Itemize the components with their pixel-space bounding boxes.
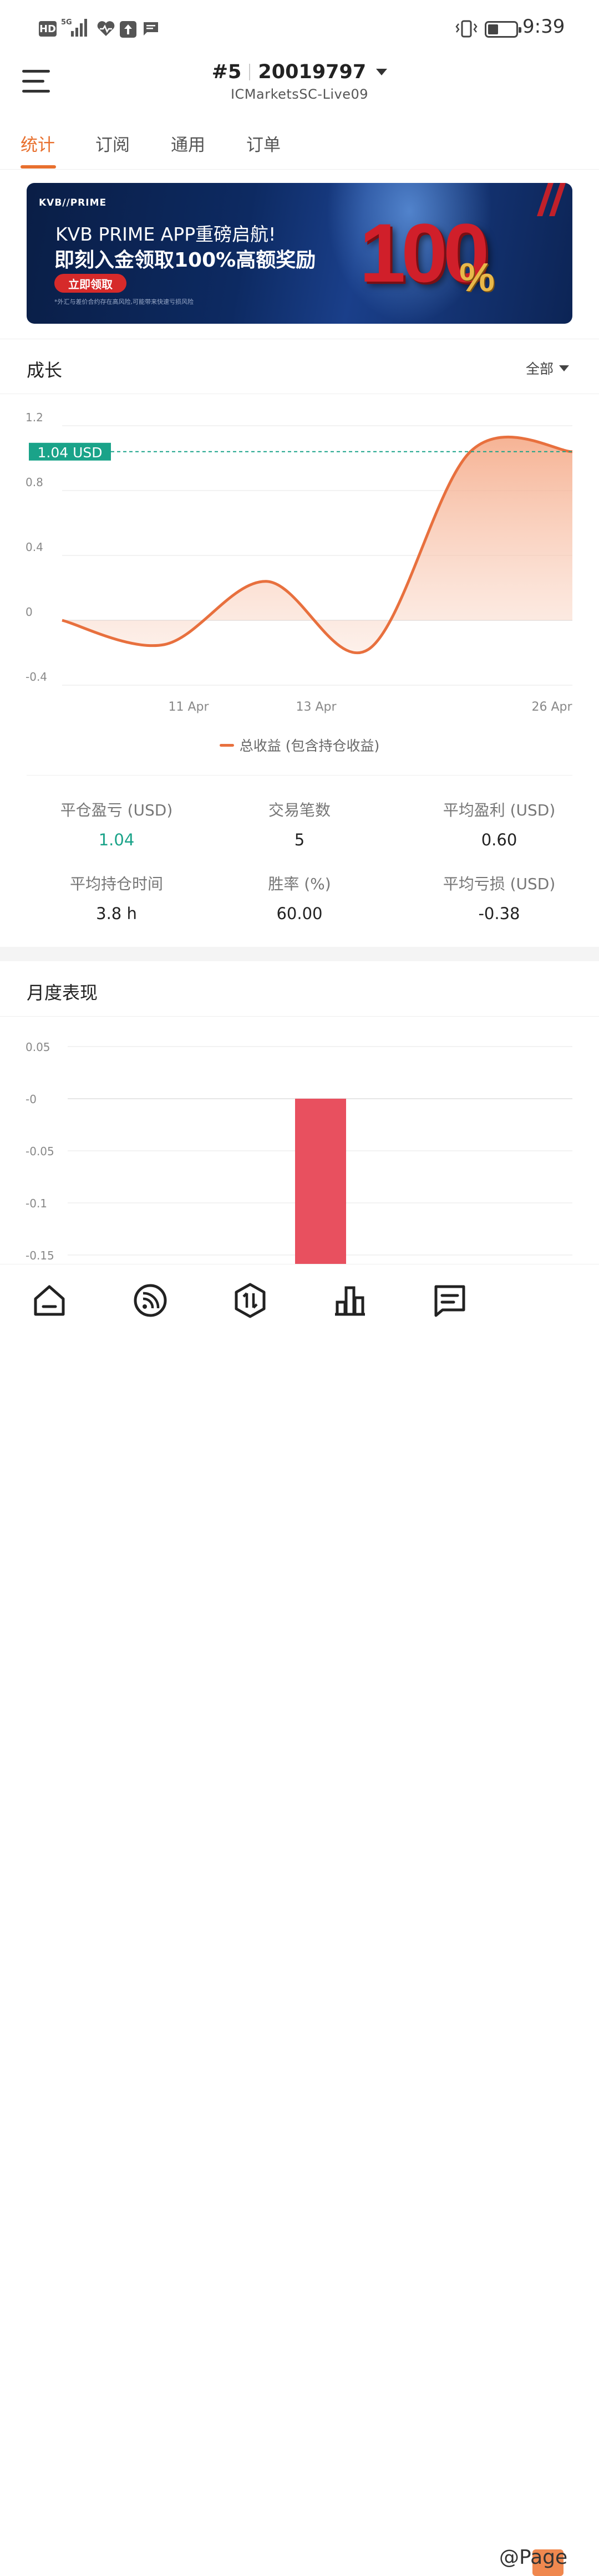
banner-disclaimer: *外汇与差价合约存在高风险,可能带来快速亏损风险 xyxy=(54,298,194,305)
tab-bar: 统计 订阅 通用 订单 xyxy=(0,119,599,170)
range-label: 全部 xyxy=(526,361,554,377)
y-tick-label: -0.05 xyxy=(26,1145,54,1158)
active-tab-indicator xyxy=(21,165,56,169)
stat-label: 胜率 (%) xyxy=(268,875,331,893)
growth-title: 成长 xyxy=(27,360,63,381)
y-tick-label: 0.8 xyxy=(26,476,43,489)
message-icon[interactable] xyxy=(432,1282,468,1319)
chevron-down-icon xyxy=(376,69,388,75)
x-tick-label: 26 Apr xyxy=(531,700,572,714)
banner-stripe-decoration xyxy=(537,183,566,216)
chevron-down-icon xyxy=(559,365,570,371)
banner-title: KVB PRIME APP重磅启航! xyxy=(55,223,276,245)
y-tick-label: -0.1 xyxy=(26,1197,47,1210)
stats-grid: 平仓盈亏 (USD) 1.04 交易笔数 5 平均盈利 (USD) 0.60 平… xyxy=(27,782,572,926)
bottom-nav: @Page xyxy=(0,1264,599,2576)
app-header: #5 20019797 ICMarketsSC-Live09 xyxy=(0,58,599,119)
claim-now-button[interactable]: 立即领取 xyxy=(54,274,126,293)
y-tick-label: -0.4 xyxy=(26,670,47,683)
network-type: 5G xyxy=(61,18,72,27)
banner-percent: % xyxy=(459,256,495,300)
account-id: 20019797 xyxy=(258,61,367,83)
watermark: @Page xyxy=(499,2546,568,2569)
stat-trade-count: 交易笔数 5 xyxy=(211,798,388,849)
status-bar: HD 5G 9:39 xyxy=(0,0,599,58)
banner-logo: KVB//PRIME xyxy=(39,197,107,208)
home-icon[interactable] xyxy=(31,1282,68,1319)
stat-value: 60.00 xyxy=(276,904,323,923)
chart-legend: 总收益 (包含持仓收益) xyxy=(0,735,599,755)
stat-value: 0.60 xyxy=(481,830,517,849)
tab-subscribe[interactable]: 订阅 xyxy=(95,131,130,156)
y-tick-label: 0.05 xyxy=(26,1040,50,1054)
account-selector[interactable]: #5 20019797 ICMarketsSC-Live09 xyxy=(166,61,433,102)
legend-label: 总收益 (包含持仓收益) xyxy=(239,738,380,754)
vibrate-icon xyxy=(454,19,479,39)
stat-label: 交易笔数 xyxy=(268,801,331,819)
stat-value: 3.8 h xyxy=(96,904,137,923)
growth-chart: 1.2 0.8 0.4 0 -0.4 1.04 USD 11 Apr 13 Apr 26 Apr xyxy=(26,411,572,714)
stat-value: 1.04 xyxy=(98,830,135,849)
signal-icon: 5G xyxy=(61,18,90,38)
clock: 9:39 xyxy=(522,16,565,38)
stat-closed-pnl: 平仓盈亏 (USD) 1.04 xyxy=(28,798,205,849)
account-number: #5 xyxy=(211,61,242,83)
feed-icon[interactable] xyxy=(132,1282,169,1319)
tab-orders[interactable]: 订单 xyxy=(246,131,281,156)
stat-avg-loss: 平均亏损 (USD) -0.38 xyxy=(410,872,588,923)
stat-label: 平均亏损 (USD) xyxy=(443,875,556,893)
y-tick-label: -0 xyxy=(26,1093,37,1106)
range-dropdown[interactable]: 全部 xyxy=(526,358,570,378)
message-notification-icon xyxy=(142,19,160,39)
chart-icon[interactable] xyxy=(332,1282,368,1319)
hd-icon: HD xyxy=(39,21,57,37)
bar xyxy=(295,1099,346,1264)
stat-label: 平均持仓时间 xyxy=(69,875,163,893)
promo-banner[interactable]: KVB//PRIME KVB PRIME APP重磅启航! 即刻入金领取100%… xyxy=(27,183,572,324)
y-tick-label: 1.2 xyxy=(26,411,43,424)
stat-value: -0.38 xyxy=(478,904,520,923)
menu-icon[interactable] xyxy=(21,67,52,98)
y-tick-label: -0.15 xyxy=(26,1249,54,1262)
battery-icon xyxy=(485,21,521,38)
monthly-title: 月度表现 xyxy=(27,982,98,1003)
stat-value: 5 xyxy=(294,830,305,849)
tab-general[interactable]: 通用 xyxy=(171,131,205,156)
y-tick-label: 0 xyxy=(26,605,33,619)
health-icon xyxy=(95,19,116,39)
y-tick-label: 0.4 xyxy=(26,540,43,554)
stat-win-rate: 胜率 (%) 60.00 xyxy=(211,872,388,923)
x-tick-label: 13 Apr xyxy=(296,700,337,714)
current-value-label: 1.04 USD xyxy=(37,445,102,461)
monthly-chart: 0.05 -0 -0.05 -0.1 -0.15 xyxy=(26,1040,572,1264)
stat-label: 平均盈利 (USD) xyxy=(443,801,556,819)
trade-icon[interactable] xyxy=(232,1282,268,1319)
stat-label: 平仓盈亏 (USD) xyxy=(60,801,173,819)
stat-avg-hold-time: 平均持仓时间 3.8 h xyxy=(28,872,205,923)
banner-subtitle: 即刻入金领取100%高额奖励 xyxy=(54,249,316,272)
upload-icon xyxy=(120,21,136,38)
stat-avg-profit: 平均盈利 (USD) 0.60 xyxy=(410,798,588,849)
x-tick-label: 11 Apr xyxy=(168,700,209,714)
server-name: ICMarketsSC-Live09 xyxy=(230,86,369,102)
legend-swatch xyxy=(219,743,234,747)
tab-stats[interactable]: 统计 xyxy=(21,131,55,156)
